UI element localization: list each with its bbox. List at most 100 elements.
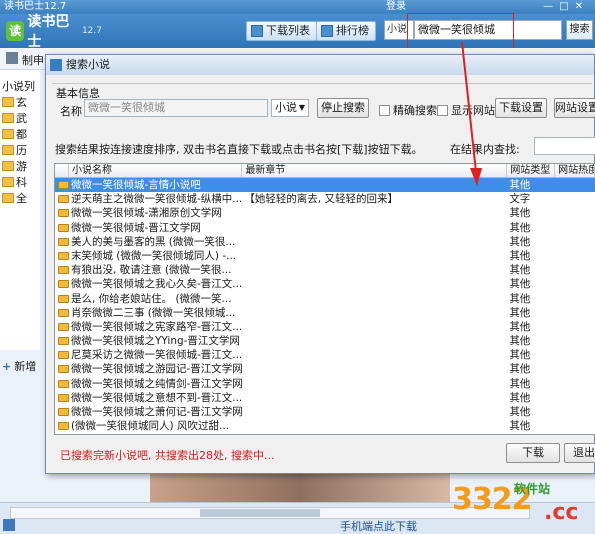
- dialog-titlebar: 搜索小说: [46, 55, 594, 75]
- table-row[interactable]: 微微一笑很倾城之YYing-晋江文学网 其他: [55, 334, 595, 348]
- toolbar-item[interactable]: 制申: [22, 52, 44, 68]
- column-header-name[interactable]: 小说名称: [69, 164, 243, 177]
- tree-item[interactable]: 武: [2, 110, 27, 126]
- site-type-cell: 其他: [509, 306, 531, 319]
- column-header-hotness[interactable]: 网站热度: [555, 164, 595, 177]
- novel-name-cell[interactable]: 微微一笑很倾城之纯情剑-晋江文学网: [69, 377, 242, 391]
- table-row[interactable]: 末笑倾城 (微微一笑很倾城同人) -... 其他: [55, 249, 595, 263]
- site-type-cell: 其他: [509, 349, 531, 362]
- novel-name-cell[interactable]: 是么, 你给老娘站住。 (微微一笑...: [69, 292, 242, 306]
- table-row[interactable]: 微微一笑很倾城之游园记-晋江文学网 其他: [55, 362, 595, 376]
- table-row[interactable]: 微微一笑很倾城之我心久矣-晋江文... 其他: [55, 277, 595, 291]
- table-row[interactable]: 微微一笑很倾城之游泳记-晋江文学网 其他: [55, 433, 595, 434]
- stop-search-button[interactable]: 停止搜索: [317, 98, 369, 118]
- table-header: 小说名称 最新章节 网站类型 网站热度: [55, 164, 595, 178]
- site-type-cell: 其他: [509, 377, 531, 390]
- find-in-results-input[interactable]: [534, 137, 595, 155]
- book-icon: [58, 195, 69, 204]
- novel-name-cell[interactable]: 微微一笑很倾城之宪家路窄-晋江文...: [69, 320, 242, 334]
- site-hotness-cell: [555, 348, 595, 362]
- scrollbar-thumb[interactable]: [200, 509, 320, 517]
- site-type-cell: 其他: [509, 278, 531, 291]
- novel-name-cell[interactable]: 微微一笑很倾城之YYing-晋江文学网: [69, 334, 242, 348]
- table-row[interactable]: (微微一笑很倾城同人) 风吹过甜... 其他: [55, 419, 595, 433]
- site-type-cell: 其他: [509, 179, 531, 191]
- table-row[interactable]: 微微一笑很倾城之宪家路窄-晋江文... 其他: [55, 320, 595, 334]
- table-row[interactable]: 微微一笑很倾城之纯情剑-晋江文学网 其他: [55, 377, 595, 391]
- site-hotness-cell: [555, 263, 595, 277]
- novel-name-cell[interactable]: 美人的美与墨客的黑 (微微一笑很...: [69, 235, 242, 249]
- download-button[interactable]: 下载: [506, 443, 560, 463]
- novel-name-cell[interactable]: 微微一笑很倾城-潇湘原创文学网: [69, 206, 242, 220]
- exit-button[interactable]: 退出: [564, 443, 595, 463]
- ranking-button[interactable]: 排行榜: [316, 21, 376, 41]
- row-icon-cell: [55, 334, 69, 348]
- novel-name-cell[interactable]: 微微一笑很倾城之我心久矣-晋江文...: [69, 277, 242, 291]
- novel-name-cell[interactable]: 微微一笑很倾城-晋江文学网: [69, 221, 242, 235]
- row-icon-cell: [55, 362, 69, 376]
- tree-item[interactable]: 游: [2, 158, 27, 174]
- add-button[interactable]: + 新增: [2, 358, 36, 374]
- table-row[interactable]: 美人的美与墨客的黑 (微微一笑很... 其他: [55, 235, 595, 249]
- type-select[interactable]: 小说 ▼: [271, 99, 309, 117]
- site-hotness-cell: [555, 178, 595, 192]
- exact-search-label: 精确搜索: [393, 104, 437, 117]
- site-hotness-cell: [555, 235, 595, 249]
- novel-name-cell[interactable]: 微微一笑很倾城之游泳记-晋江文学网: [69, 433, 242, 434]
- novel-name-cell[interactable]: 微微一笑很倾城之萧何记-晋江文学网: [69, 405, 242, 419]
- site-settings-button[interactable]: 网站设置: [554, 98, 595, 118]
- latest-chapter-cell: [242, 334, 507, 348]
- novel-name-cell[interactable]: 微微一笑很倾城之游园记-晋江文学网: [69, 362, 242, 376]
- novel-name-cell[interactable]: (微微一笑很倾城同人) 风吹过甜...: [69, 419, 242, 433]
- exact-search-checkbox[interactable]: 精确搜索: [379, 102, 437, 118]
- row-icon-cell: [55, 306, 69, 320]
- novel-name-cell[interactable]: 有狼出没, 敬请注意 (微微一笑很...: [69, 263, 242, 277]
- row-icon-cell: [55, 277, 69, 291]
- folder-icon: [2, 97, 14, 107]
- tree-item[interactable]: 科: [2, 174, 27, 190]
- novel-name-cell[interactable]: 末笑倾城 (微微一笑很倾城同人) -...: [69, 249, 242, 263]
- novel-name-cell[interactable]: 微微一笑很倾城之意想不到-晋江文...: [69, 391, 242, 405]
- window-controls[interactable]: —□✕: [543, 0, 589, 14]
- dialog-title: 搜索小说: [66, 58, 110, 71]
- novel-name-cell[interactable]: 逆天萌主之微微一笑很倾城-纵横中...: [69, 192, 242, 206]
- tree-item[interactable]: 历: [2, 142, 27, 158]
- table-row[interactable]: 是么, 你给老娘站住。 (微微一笑... 其他: [55, 292, 595, 306]
- watermark-domain: .cc: [544, 500, 579, 525]
- download-list-button[interactable]: 下载列表: [246, 21, 317, 41]
- novel-name-cell[interactable]: 肖奈微微二三事 (微微一笑很倾城...: [69, 306, 242, 320]
- chevron-down-icon: ▼: [298, 103, 305, 112]
- latest-chapter-cell: [242, 249, 507, 263]
- site-type-cell: 其他: [509, 292, 531, 305]
- site-hotness-cell: [555, 306, 595, 320]
- column-header-type[interactable]: 网站类型: [507, 164, 556, 177]
- table-row[interactable]: 逆天萌主之微微一笑很倾城-纵横中... 【她轻轻的离去, 又轻轻的回来】 文字: [55, 192, 595, 206]
- novel-name-cell[interactable]: 微微一笑很倾城-言情小说吧: [69, 178, 242, 192]
- latest-chapter-cell: [242, 377, 507, 391]
- novel-name-cell[interactable]: 尼莫采访之微微一笑很倾城-晋江文...: [69, 348, 242, 362]
- table-row[interactable]: 微微一笑很倾城-言情小说吧 其他: [55, 178, 595, 193]
- table-row[interactable]: 肖奈微微二三事 (微微一笑很倾城... 其他: [55, 306, 595, 320]
- search-button[interactable]: 搜索: [566, 20, 593, 40]
- name-field[interactable]: 微微一笑很倾城: [84, 99, 268, 117]
- table-row[interactable]: 微微一笑很倾城-潇湘原创文学网 其他: [55, 206, 595, 220]
- latest-chapter-cell: [242, 348, 507, 362]
- mobile-download-link[interactable]: 手机端点此下载: [340, 518, 417, 534]
- tree-item[interactable]: 玄: [2, 94, 27, 110]
- site-type-cell: 其他: [509, 235, 531, 248]
- download-settings-button[interactable]: 下载设置: [495, 98, 547, 118]
- login-link[interactable]: 登录: [386, 0, 406, 14]
- table-row[interactable]: 微微一笑很倾城-晋江文学网 其他: [55, 221, 595, 235]
- site-hotness-cell: [555, 334, 595, 348]
- table-row[interactable]: 微微一笑很倾城之萧何记-晋江文学网 其他: [55, 405, 595, 419]
- folder-icon: [2, 113, 14, 123]
- table-row[interactable]: 微微一笑很倾城之意想不到-晋江文... 其他: [55, 391, 595, 405]
- tree-header: 小说列: [2, 80, 35, 93]
- folder-icon: [2, 129, 14, 139]
- tree-item[interactable]: 都: [2, 126, 27, 142]
- latest-chapter-cell: [242, 320, 507, 334]
- latest-chapter-cell: [242, 391, 507, 405]
- tree-item[interactable]: 全: [2, 190, 27, 206]
- table-row[interactable]: 尼莫采访之微微一笑很倾城-晋江文... 其他: [55, 348, 595, 362]
- table-row[interactable]: 有狼出没, 敬请注意 (微微一笑很... 其他: [55, 263, 595, 277]
